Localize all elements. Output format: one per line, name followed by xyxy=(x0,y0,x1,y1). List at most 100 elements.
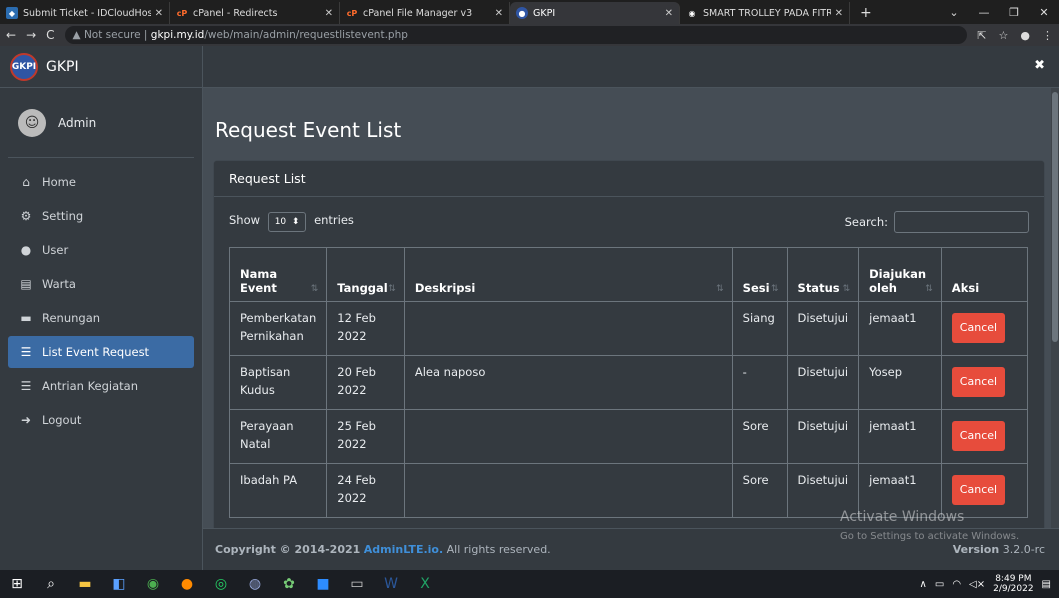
table-row: Baptisan Kudus 20 Feb 2022 Alea naposo -… xyxy=(228,355,1029,410)
search-icon[interactable]: ⌕ xyxy=(34,570,68,598)
cancel-button[interactable]: Cancel xyxy=(951,421,1006,451)
close-tab-icon[interactable]: ✕ xyxy=(495,8,503,19)
browser-tab[interactable]: ◉ SMART TROLLEY PADA FITRI ✕ xyxy=(680,2,850,24)
cancel-button[interactable]: Cancel xyxy=(951,313,1006,343)
word-icon[interactable]: W xyxy=(374,570,408,598)
search-control: Search: xyxy=(845,211,1029,233)
warning-icon: ▲ xyxy=(72,29,84,41)
terminal-icon[interactable]: ▭ xyxy=(340,570,374,598)
firefox-icon[interactable]: ● xyxy=(170,570,204,598)
tab-title: Submit Ticket - IDCloudHost xyxy=(23,7,151,19)
cancel-button[interactable]: Cancel xyxy=(951,475,1006,505)
clock-date: 2/9/2022 xyxy=(993,584,1034,594)
sidebar-item-label: List Event Request xyxy=(42,345,150,359)
close-tab-icon[interactable]: ✕ xyxy=(155,8,163,19)
brand-link[interactable]: GKPI GKPI xyxy=(0,46,202,88)
entries-select[interactable]: 10 ⬍ xyxy=(267,212,307,232)
cancel-button[interactable]: Cancel xyxy=(951,367,1006,397)
gkpi-icon: ● xyxy=(516,7,528,19)
browser-tab[interactable]: cP cPanel - Redirects ✕ xyxy=(170,2,340,24)
cell-status: Disetujui xyxy=(786,355,860,410)
chrome-icon[interactable]: ◉ xyxy=(136,570,170,598)
sidebar-item-warta[interactable]: ▤ Warta xyxy=(8,268,194,300)
battery-icon[interactable]: ▭ xyxy=(935,579,944,590)
chevron-up-icon[interactable]: ∧ xyxy=(920,579,927,590)
close-window-icon[interactable]: ✕ xyxy=(1029,6,1059,19)
cell-nama: Ibadah PA xyxy=(228,463,328,518)
cell-aksi: Cancel xyxy=(940,409,1029,464)
back-icon[interactable]: ← xyxy=(6,28,16,42)
column-header-status[interactable]: Status ⇅ xyxy=(786,247,860,302)
profile-icon[interactable]: ● xyxy=(1020,29,1030,42)
restore-icon[interactable]: ❐ xyxy=(999,6,1029,19)
minimize-icon[interactable]: — xyxy=(969,6,999,19)
sidebar-item-antrian-kegiatan[interactable]: ☰ Antrian Kegiatan xyxy=(8,370,194,402)
url-domain: gkpi.my.id xyxy=(150,29,205,41)
whatsapp-icon[interactable]: ◎ xyxy=(204,570,238,598)
cell-tanggal: 24 Feb 2022 xyxy=(326,463,405,518)
column-header-sesi[interactable]: Sesi ⇅ xyxy=(731,247,788,302)
table-row: Pemberkatan Pernikahan 12 Feb 2022 Siang… xyxy=(228,301,1029,356)
volume-icon[interactable]: ◁× xyxy=(969,579,985,590)
copyright: Copyright © 2014-2021 AdminLTE.io. All r… xyxy=(215,543,551,556)
close-tab-icon[interactable]: ✕ xyxy=(665,8,673,19)
security-label: Not secure xyxy=(83,29,141,41)
sidebar-item-renungan[interactable]: ▬ Renungan xyxy=(8,302,194,334)
star-icon[interactable]: ☆ xyxy=(999,29,1009,42)
column-header-nama-event[interactable]: Nama Event ⇅ xyxy=(228,247,328,302)
url-input[interactable]: ▲ Not secure | gkpi.my.id /web/main/admi… xyxy=(64,26,968,44)
cell-nama: Perayaan Natal xyxy=(228,409,328,464)
user-panel[interactable]: ☺ Admin xyxy=(8,88,194,158)
close-tab-icon[interactable]: ✕ xyxy=(325,8,333,19)
windows-start-icon[interactable]: ⊞ xyxy=(0,570,34,598)
sidebar-item-user[interactable]: ● User xyxy=(8,234,194,266)
sidebar-item-setting[interactable]: ⚙ Setting xyxy=(8,200,194,232)
browser-tab-strip: ◆ Submit Ticket - IDCloudHost ✕ cP cPanel -… xyxy=(0,0,1059,24)
wifi-icon[interactable]: ◠ xyxy=(952,579,961,590)
app-icon[interactable]: ✿ xyxy=(272,570,306,598)
reload-icon[interactable]: C xyxy=(46,28,54,42)
separator: | xyxy=(140,29,151,41)
tab-title: SMART TROLLEY PADA FITRI xyxy=(703,7,831,19)
avatar: ☺ xyxy=(18,108,46,137)
cell-status: Disetujui xyxy=(786,301,860,356)
fullscreen-icon[interactable]: ✖ xyxy=(1034,58,1045,73)
list-icon: ☰ xyxy=(20,345,32,359)
new-tab-button[interactable]: + xyxy=(850,2,882,24)
scrollbar-thumb[interactable] xyxy=(1052,92,1058,342)
excel-icon[interactable]: X xyxy=(408,570,442,598)
forward-icon[interactable]: → xyxy=(26,28,36,42)
close-tab-icon[interactable]: ✕ xyxy=(835,8,843,19)
browser-tab[interactable]: ◆ Submit Ticket - IDCloudHost ✕ xyxy=(0,2,170,24)
request-table: Nama Event ⇅ Tanggal ⇅ Deskripsi ⇅ Sesi ⇅ St… xyxy=(228,247,1029,518)
notifications-icon[interactable]: ▤ xyxy=(1042,579,1051,590)
show-label: Show xyxy=(229,213,261,227)
column-header-tanggal[interactable]: Tanggal ⇅ xyxy=(326,247,405,302)
adminlte-link[interactable]: AdminLTE.io. xyxy=(364,543,443,556)
copyright-text: Copyright © 2014-2021 xyxy=(215,543,361,556)
activate-windows-title: Activate Windows xyxy=(840,509,965,525)
browser-tab-active[interactable]: ● GKPI ✕ xyxy=(510,2,680,24)
app-icon[interactable]: ◍ xyxy=(238,570,272,598)
idcloudhost-icon: ◆ xyxy=(6,7,18,19)
clock[interactable]: 8:49 PM 2/9/2022 xyxy=(993,574,1033,595)
browser-tab[interactable]: cP cPanel File Manager v3 ✕ xyxy=(340,2,510,24)
file-explorer-icon[interactable]: ▬ xyxy=(68,570,102,598)
zoom-icon[interactable]: ■ xyxy=(306,570,340,598)
brand-name: GKPI xyxy=(46,58,79,75)
column-header-aksi: Aksi xyxy=(940,247,1029,302)
sidebar-item-list-event-request[interactable]: ☰ List Event Request xyxy=(8,336,194,368)
sidebar-item-logout[interactable]: ➜ Logout xyxy=(8,404,194,436)
search-input[interactable] xyxy=(894,211,1029,233)
menu-icon[interactable]: ⋮ xyxy=(1042,29,1053,42)
url-path: /web/main/admin/requestlistevent.php xyxy=(204,29,408,41)
share-icon[interactable]: ⇱ xyxy=(977,29,986,42)
store-icon[interactable]: ◧ xyxy=(102,570,136,598)
sidebar-item-home[interactable]: ⌂ Home xyxy=(8,166,194,198)
newspaper-icon: ▤ xyxy=(20,277,32,291)
tab-search-icon[interactable]: ⌄ xyxy=(939,6,969,19)
sort-icon: ⇅ xyxy=(388,284,396,294)
sort-icon: ⇅ xyxy=(310,284,319,294)
column-header-diajukan-oleh[interactable]: Diajukan oleh ⇅ xyxy=(858,247,942,302)
column-header-deskripsi[interactable]: Deskripsi ⇅ xyxy=(403,247,733,302)
